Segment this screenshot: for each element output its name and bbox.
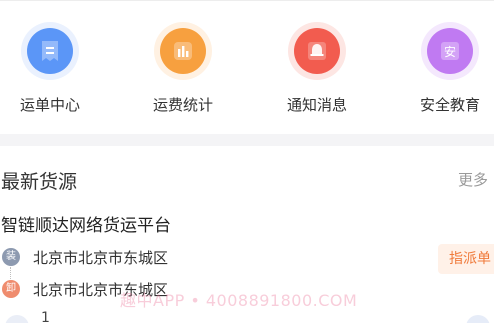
menu-item-waybill-center[interactable]: 运单中心 [0,22,100,122]
section-title: 最新货源 [1,171,78,193]
bell-icon-halo [288,22,346,80]
menu-item-notifications[interactable]: 通知消息 [267,22,367,122]
menu-item-label: 运费统计 [152,96,213,114]
safety-icon-halo: 安 [421,22,479,80]
bar-chart-icon [160,28,206,74]
bar-chart-icon-halo [154,22,212,80]
waybill-icon [27,28,73,74]
bell-icon [294,28,340,74]
watermark: 趣中APP • 4008891800.COM [120,291,358,310]
next-card-badge [466,315,490,323]
menu-item-label: 通知消息 [286,96,347,114]
route-connector [10,267,11,279]
next-card-avatar [5,315,29,323]
section-divider [0,134,494,146]
quick-menu: 运单中心 运费统计 通知消息 安 安全教育 [0,0,494,134]
safety-icon: 安 [427,28,473,74]
load-badge: 装 [2,248,20,266]
menu-item-freight-stats[interactable]: 运费统计 [133,22,233,122]
unload-badge: 卸 [2,280,20,298]
menu-item-label: 运单中心 [19,96,80,114]
more-link[interactable]: 更多 > [458,169,494,190]
next-card-number: 1 [41,310,50,323]
assign-order-button[interactable]: 指派单 [438,244,494,274]
company-name: 智链顺达网络货运平台 [1,216,171,236]
svg-text:安: 安 [444,44,456,59]
load-address: 北京市北京市东城区 [33,249,169,267]
menu-item-label: 安全教育 [419,96,480,114]
menu-item-safety-education[interactable]: 安 安全教育 [400,22,494,122]
cargo-card[interactable]: 智链顺达网络货运平台 装 卸 北京市北京市东城区 北京市北京市东城区 指派单 趣… [0,196,494,323]
waybill-icon-halo [21,22,79,80]
